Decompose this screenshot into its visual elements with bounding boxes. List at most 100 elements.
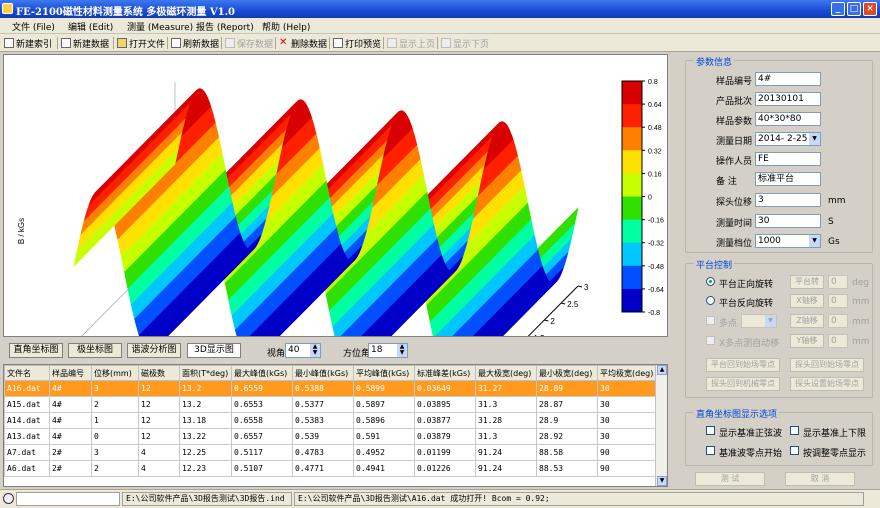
probe-field[interactable]: 3 [755, 193, 821, 207]
operator-field[interactable]: FE [755, 152, 821, 166]
z-move-field[interactable]: 0 [828, 314, 848, 328]
maximize-button[interactable]: □ [847, 2, 861, 16]
tab-3d[interactable]: 3D显示图 [187, 343, 241, 358]
table-cell: 88.58 [536, 444, 598, 461]
refresh-data-button[interactable]: 刷新数据 [171, 36, 219, 50]
refresh-icon [171, 38, 181, 48]
rotate-field[interactable]: 0 [828, 275, 848, 289]
table-cell: 0.591 [353, 428, 415, 445]
remark-field[interactable]: 标准平台 [755, 172, 821, 186]
probe-set-zero-button[interactable]: 探头设置始场零点 [790, 377, 864, 391]
column-header[interactable]: 标准峰差(kGs) [414, 365, 476, 381]
scroll-down-icon[interactable]: ▼ [657, 476, 667, 486]
sine-checkbox[interactable] [706, 426, 715, 435]
open-file-button[interactable]: 打开文件 [117, 36, 165, 50]
colorbar-tick-label: 0.8 [648, 79, 658, 86]
y-tick-label: 2.5 [567, 300, 579, 309]
delete-data-button[interactable]: ✕ 删除数据 [279, 36, 327, 50]
column-header[interactable]: 最小峰值(kGs) [292, 365, 354, 381]
multi-point-checkbox[interactable] [706, 316, 715, 325]
save-data-button[interactable]: 保存数据 [225, 36, 273, 50]
menu-file[interactable]: 文件 (File) [12, 20, 55, 33]
batch-label: 产品批次 [716, 97, 753, 107]
new-data-button[interactable]: 新建数据 [61, 36, 109, 50]
rotate-button[interactable]: 平台转 [790, 275, 824, 289]
zero-start-checkbox[interactable] [706, 446, 715, 455]
x-move-field[interactable]: 0 [828, 294, 848, 308]
forward-radio[interactable] [706, 277, 715, 286]
status-input[interactable] [16, 492, 120, 506]
table-cell: 91.24 [475, 444, 537, 461]
table-row[interactable]: A13.dat 4# 0 12 13.22 0.6557 0.539 0.591 0.03879… [4, 428, 657, 445]
table-row[interactable]: A14.dat 4# 1 12 13.18 0.6558 0.5383 0.5896 0.038… [4, 412, 657, 429]
column-header[interactable]: 最大极宽(deg) [475, 365, 537, 381]
date-picker[interactable]: 2014- 2-25 ▼ [755, 132, 821, 146]
menu-measure[interactable]: 测量 (Measure) [127, 20, 193, 33]
sample-no-field[interactable]: 4# [755, 72, 821, 86]
y-tick-label: 1.5 [534, 334, 546, 336]
tab-polar[interactable]: 极坐标图 [68, 343, 122, 358]
table-cell: 12 [138, 428, 180, 445]
print-preview-button[interactable]: 打印预览 [333, 36, 381, 50]
auto-move-checkbox[interactable] [706, 336, 715, 345]
tab-harmonic[interactable]: 谐波分析图 [127, 343, 181, 358]
colorbar-segment [622, 150, 642, 174]
prev-page-button[interactable]: 显示上页 [387, 36, 435, 50]
table-row[interactable]: A15.dat 4# 2 12 13.2 0.6553 0.5377 0.5897 0.0389… [4, 396, 657, 413]
column-header[interactable]: 样品编号 [49, 365, 92, 381]
column-header[interactable]: 最大峰值(kGs) [231, 365, 293, 381]
column-header[interactable]: 位移(mm) [91, 365, 139, 381]
table-row[interactable]: A16.dat 4# 3 12 13.2 0.6559 0.5388 0.5899 0.0364… [4, 380, 657, 397]
z-move-button[interactable]: Z轴移 [790, 314, 824, 328]
range-select[interactable]: 1000 ▼ [755, 234, 821, 248]
reverse-radio[interactable] [706, 296, 715, 305]
cancel-button[interactable]: 取 消 [785, 472, 855, 486]
column-header[interactable]: 平均峰值(kGs) [353, 365, 415, 381]
spinner-arrows-icon[interactable]: ▲ ▼ [397, 344, 407, 357]
column-header[interactable]: 文件名 [4, 365, 50, 381]
probe-zero-button[interactable]: 探头回到始场零点 [790, 358, 864, 372]
adjust-zero-checkbox[interactable] [790, 446, 799, 455]
column-header[interactable]: 面积(T*deg) [179, 365, 232, 381]
table-cell: 28.89 [536, 380, 598, 397]
close-button[interactable]: × [863, 2, 877, 16]
chevron-down-icon[interactable]: ▼ [809, 133, 820, 145]
spinner-arrows-icon[interactable]: ▲ ▼ [310, 344, 320, 357]
table-row[interactable]: A7.dat 2# 3 4 12.25 0.5117 0.4783 0.4952 0.01199… [4, 444, 657, 461]
y-move-field[interactable]: 0 [828, 334, 848, 348]
menu-help[interactable]: 帮助 (Help) [262, 20, 310, 33]
minimize-button[interactable]: _ [831, 2, 845, 16]
colorbar-tick-label: -0.32 [648, 241, 664, 248]
batch-field[interactable]: 20130101 [755, 92, 821, 106]
table-cell: 30 [597, 412, 657, 429]
chevron-down-icon[interactable]: ▼ [809, 235, 820, 247]
test-button[interactable]: 测 试 [695, 472, 765, 486]
menu-edit[interactable]: 编辑 (Edit) [68, 20, 113, 33]
platform-zero-button[interactable]: 平台回到始场零点 [706, 358, 780, 372]
new-index-button[interactable]: 新建索引 [4, 36, 52, 50]
column-header[interactable]: 平均极宽(deg) [597, 365, 657, 381]
time-field[interactable]: 30 [755, 214, 821, 228]
y-move-button[interactable]: Y轴移 [790, 334, 824, 348]
table-cell: 0.4952 [353, 444, 415, 461]
table-cell: 0.03877 [414, 412, 476, 429]
view-angle-spinner[interactable]: 40 ▲ ▼ [285, 343, 321, 358]
table-scrollbar[interactable]: ▲ ▼ [655, 365, 667, 486]
surface-chart[interactable]: 9018027036000.511.522.53Angle / degOffse… [4, 55, 667, 336]
next-page-button[interactable]: 显示下页 [441, 36, 489, 50]
table-cell: 28.9 [536, 412, 598, 429]
x-move-button[interactable]: X轴移 [790, 294, 824, 308]
chevron-down-icon[interactable]: ▼ [765, 315, 776, 327]
scroll-up-icon[interactable]: ▲ [657, 365, 667, 375]
table-cell: 2 [91, 460, 139, 477]
probe-mech-zero-button[interactable]: 探头回到机械零点 [706, 377, 780, 391]
tab-cartesian[interactable]: 直角坐标图 [9, 343, 63, 358]
limits-checkbox[interactable] [790, 426, 799, 435]
column-header[interactable]: 磁极数 [138, 365, 180, 381]
column-header[interactable]: 最小极宽(deg) [536, 365, 598, 381]
spec-field[interactable]: 40*30*80 [755, 112, 821, 126]
menu-report[interactable]: 报告 (Report) [196, 20, 254, 33]
multi-point-select[interactable]: ▼ [741, 314, 777, 328]
table-row[interactable]: A6.dat 2# 2 4 12.23 0.5107 0.4771 0.4941 0.01226… [4, 460, 657, 477]
azimuth-spinner[interactable]: 18 ▲ ▼ [368, 343, 408, 358]
